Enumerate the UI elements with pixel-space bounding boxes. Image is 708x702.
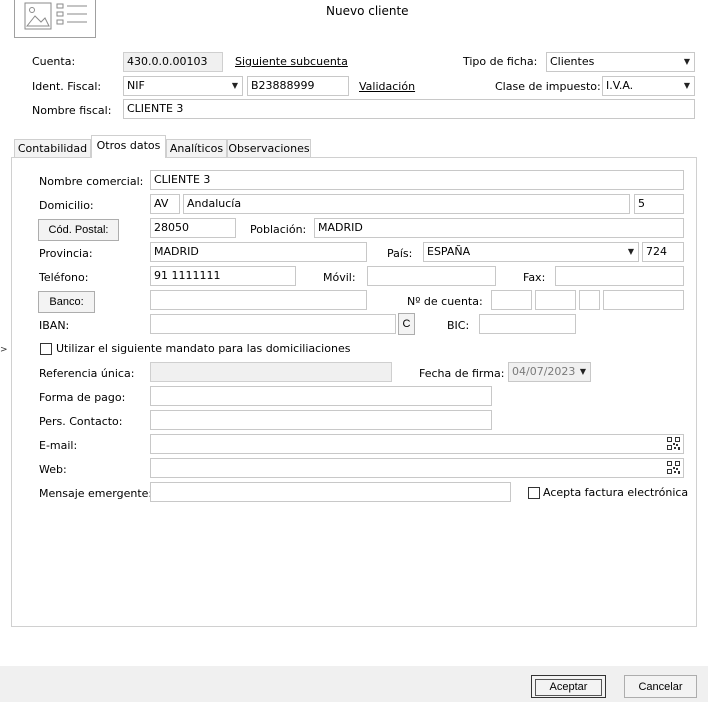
- email-label: E-mail:: [39, 439, 78, 452]
- fecha-firma-label: Fecha de firma:: [419, 367, 505, 380]
- banco-button[interactable]: Banco:: [38, 291, 95, 313]
- ident-fiscal-label: Ident. Fiscal:: [32, 80, 102, 93]
- bic-label: BIC:: [447, 319, 470, 332]
- chevron-down-icon: ▼: [579, 367, 586, 376]
- num-cuenta-entidad-field[interactable]: [491, 290, 532, 310]
- email-field[interactable]: [150, 434, 684, 454]
- tipo-ficha-value: Clientes: [550, 55, 595, 68]
- num-cuenta-label: Nº de cuenta:: [407, 295, 483, 308]
- cuenta-label: Cuenta:: [32, 55, 76, 68]
- clase-impuesto-select[interactable]: I.V.A. ▼: [602, 76, 695, 96]
- domicilio-label: Domicilio:: [39, 199, 94, 212]
- cod-postal-button[interactable]: Cód. Postal:: [38, 219, 119, 241]
- num-cuenta-numero-field[interactable]: [603, 290, 684, 310]
- mensaje-emergente-field[interactable]: [150, 482, 511, 502]
- window-title: Nuevo cliente: [326, 4, 409, 18]
- poblacion-label: Población:: [250, 223, 307, 236]
- pais-value: ESPAÑA: [427, 245, 471, 258]
- pais-label: País:: [387, 247, 413, 260]
- nombre-fiscal-field[interactable]: CLIENTE 3: [123, 99, 695, 119]
- cancel-button[interactable]: Cancelar: [624, 675, 697, 698]
- domicilio-tipo-field[interactable]: AV: [150, 194, 180, 214]
- iban-c-button[interactable]: C: [398, 313, 415, 335]
- chevron-down-icon: ▼: [683, 81, 690, 90]
- tipo-ficha-label: Tipo de ficha:: [463, 55, 538, 68]
- mandato-label: Utilizar el siguiente mandato para las d…: [56, 342, 351, 355]
- nombre-comercial-label: Nombre comercial:: [39, 175, 144, 188]
- web-label: Web:: [39, 463, 67, 476]
- ident-fiscal-type-select[interactable]: NIF ▼: [123, 76, 243, 96]
- fax-label: Fax:: [523, 271, 546, 284]
- factura-electronica-checkbox[interactable]: [528, 487, 540, 499]
- accept-label: Aceptar: [535, 679, 602, 696]
- bic-field[interactable]: [479, 314, 576, 334]
- fecha-firma-value: 04/07/2023: [512, 365, 576, 378]
- pers-contacto-label: Pers. Contacto:: [39, 415, 123, 428]
- tab-analiticos[interactable]: Analíticos: [166, 139, 227, 157]
- referencia-label: Referencia única:: [39, 367, 135, 380]
- cod-postal-field[interactable]: 28050: [150, 218, 236, 238]
- chevron-down-icon: ▼: [627, 247, 634, 256]
- forma-pago-field[interactable]: [150, 386, 492, 406]
- ident-fiscal-field[interactable]: B23888999: [247, 76, 349, 96]
- mandato-checkbox[interactable]: [40, 343, 52, 355]
- mensaje-emergente-label: Mensaje emergente:: [39, 487, 153, 500]
- iban-field[interactable]: [150, 314, 396, 334]
- num-cuenta-dc-field[interactable]: [579, 290, 600, 310]
- telefono-label: Teléfono:: [39, 271, 89, 284]
- tab-observaciones[interactable]: Observaciones: [227, 139, 311, 157]
- num-cuenta-oficina-field[interactable]: [535, 290, 576, 310]
- iban-label: IBAN:: [39, 319, 70, 332]
- forma-pago-label: Forma de pago:: [39, 391, 126, 404]
- image-card-icon: [24, 2, 87, 30]
- telefono-field[interactable]: 91 1111111: [150, 266, 296, 286]
- siguiente-subcuenta-link[interactable]: Siguiente subcuenta: [235, 55, 348, 69]
- validacion-link[interactable]: Validación: [359, 80, 415, 94]
- web-field[interactable]: [150, 458, 684, 478]
- chevron-down-icon: ▼: [683, 57, 690, 66]
- domicilio-numero-field[interactable]: 5: [634, 194, 684, 214]
- pais-code-field[interactable]: 724: [642, 242, 684, 262]
- accept-button[interactable]: Aceptar: [531, 675, 606, 698]
- nombre-comercial-field[interactable]: CLIENTE 3: [150, 170, 684, 190]
- factura-electronica-label: Acepta factura electrónica: [543, 486, 689, 499]
- qr-code-icon[interactable]: [667, 437, 680, 450]
- tab-contabilidad[interactable]: Contabilidad: [14, 139, 91, 157]
- referencia-field[interactable]: [150, 362, 392, 382]
- domicilio-calle-field[interactable]: Andalucía: [183, 194, 630, 214]
- tipo-ficha-select[interactable]: Clientes ▼: [546, 52, 695, 72]
- chevron-down-icon: ▼: [231, 81, 238, 90]
- pers-contacto-field[interactable]: [150, 410, 492, 430]
- banco-field[interactable]: [150, 290, 367, 310]
- provincia-label: Provincia:: [39, 247, 93, 260]
- clase-impuesto-label: Clase de impuesto:: [495, 80, 601, 93]
- tab-otros-datos[interactable]: Otros datos: [91, 135, 166, 158]
- provincia-field[interactable]: MADRID: [150, 242, 367, 262]
- chevron-right-icon[interactable]: >: [0, 343, 8, 357]
- fax-field[interactable]: [555, 266, 684, 286]
- movil-field[interactable]: [367, 266, 496, 286]
- clase-impuesto-value: I.V.A.: [606, 79, 634, 92]
- cuenta-field[interactable]: 430.0.0.00103: [123, 52, 223, 72]
- poblacion-field[interactable]: MADRID: [314, 218, 684, 238]
- qr-code-icon[interactable]: [667, 461, 680, 474]
- movil-label: Móvil:: [323, 271, 356, 284]
- ident-fiscal-type-value: NIF: [127, 79, 145, 92]
- nombre-fiscal-label: Nombre fiscal:: [32, 104, 112, 117]
- fecha-firma-select[interactable]: 04/07/2023 ▼: [508, 362, 591, 382]
- contact-image-placeholder[interactable]: [14, 0, 96, 38]
- pais-select[interactable]: ESPAÑA ▼: [423, 242, 639, 262]
